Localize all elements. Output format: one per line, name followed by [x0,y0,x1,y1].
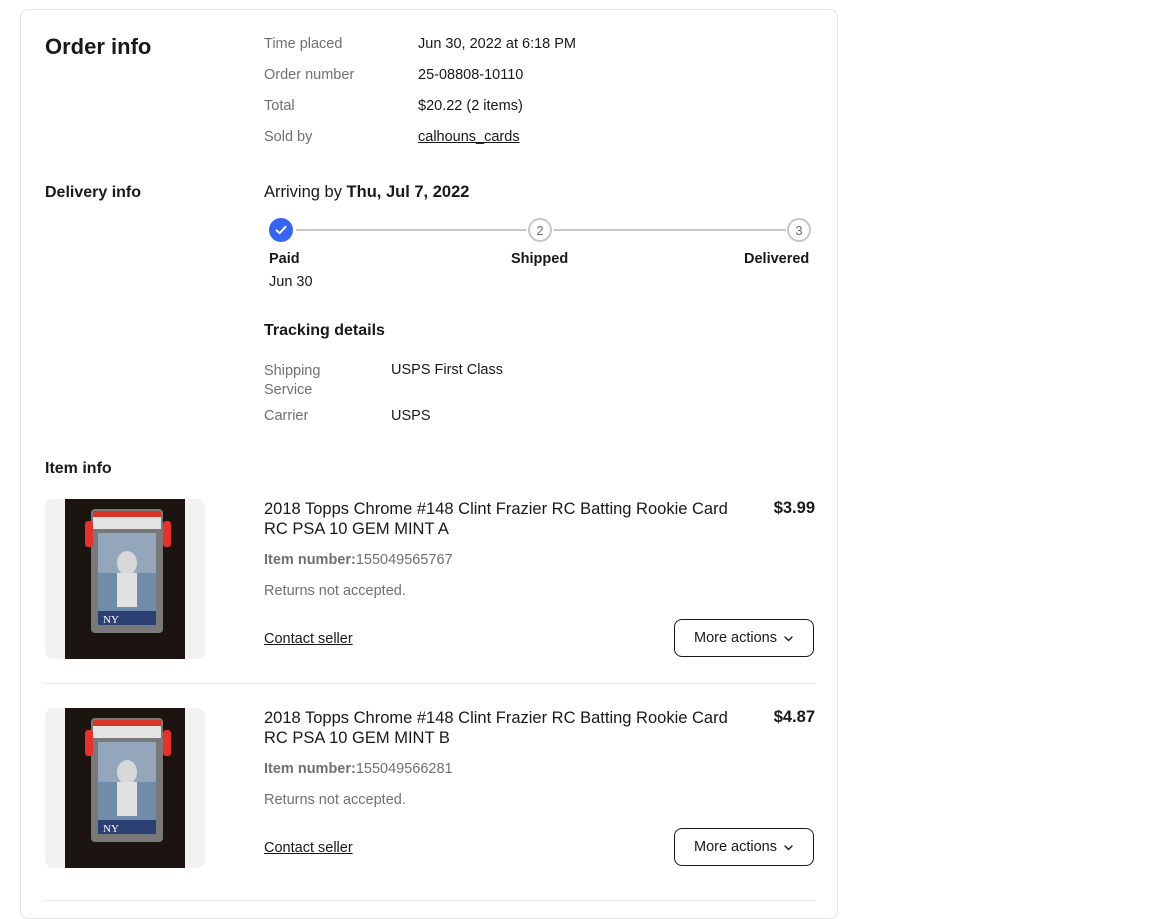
step-paid-indicator [269,218,293,242]
check-icon [275,225,287,235]
item-divider [45,683,815,684]
arriving-prefix: Arriving by [264,183,342,201]
item-2-title[interactable]: 2018 Topps Chrome #148 Clint Frazier RC … [264,708,754,748]
carrier-label: Carrier [264,408,309,424]
item-2-card-photo: NY [65,708,185,868]
item-1-thumbnail[interactable]: NY [45,499,205,659]
graded-card-image: NY [65,499,185,659]
item-2-thumbnail[interactable]: NY [45,708,205,868]
item-1-title[interactable]: 2018 Topps Chrome #148 Clint Frazier RC … [264,499,754,539]
step-delivered-indicator: 3 [787,218,811,242]
item-2-returns: Returns not accepted. [264,792,406,808]
seller-link[interactable]: calhouns_cards [418,129,520,145]
tracking-details-heading: Tracking details [264,322,385,339]
item-1-contact-seller-link[interactable]: Contact seller [264,631,353,647]
item-1-returns: Returns not accepted. [264,583,406,599]
step-shipped-label: Shipped [511,251,569,267]
item-2-more-actions-button[interactable]: More actions [674,828,814,866]
item-1-number-row: Item number:155049565767 [264,552,453,568]
step-delivered-label: Delivered [744,251,810,267]
order-info-heading: Order info [45,34,152,59]
sold-by-label: Sold by [264,129,313,145]
item-2-number-row: Item number:155049566281 [264,761,453,777]
chevron-down-icon [784,635,793,641]
order-number-value: 25-08808-10110 [418,67,524,83]
item-1-number-label: Item number: [264,552,356,568]
item-info-heading: Item info [45,460,112,477]
item-2-contact-seller-link[interactable]: Contact seller [264,840,353,856]
arriving-date: Thu, Jul 7, 2022 [346,183,470,201]
step-paid-date: Jun 30 [269,274,313,290]
item-divider [45,900,815,901]
progress-line-1 [296,229,526,231]
item-1-more-actions-label: More actions [693,630,777,646]
progress-line-2 [554,229,786,231]
item-1-more-actions-button[interactable]: More actions [674,619,814,657]
svg-text:NY: NY [103,823,119,835]
step-shipped-indicator: 2 [528,218,552,242]
graded-card-image: NY [65,708,185,868]
step-paid-label: Paid [269,251,300,267]
item-2-price: $4.87 [773,708,815,726]
shipping-service-label: Shipping Service [264,363,321,398]
shipping-service-value: USPS First Class [391,362,503,378]
arriving-by-text: Arriving by Thu, Jul 7, 2022 [264,183,469,202]
item-1-card-photo: NY [65,499,185,659]
carrier-value: USPS [391,408,431,424]
item-1-number: 155049565767 [355,552,453,568]
order-number-label: Order number [264,67,355,83]
chevron-down-icon [784,844,793,850]
time-placed-label: Time placed [264,36,343,52]
item-1-price: $3.99 [773,499,815,517]
item-2-number-label: Item number: [264,761,356,777]
total-label: Total [264,98,295,114]
item-2-number: 155049566281 [355,761,453,777]
delivery-info-heading: Delivery info [45,184,142,201]
total-value: $20.22 (2 items) [418,98,523,114]
item-2-more-actions-label: More actions [693,839,777,855]
svg-text:NY: NY [103,614,119,626]
order-details-card: Order info Time placed Jun 30, 2022 at 6… [20,9,838,919]
time-placed-value: Jun 30, 2022 at 6:18 PM [418,36,576,52]
